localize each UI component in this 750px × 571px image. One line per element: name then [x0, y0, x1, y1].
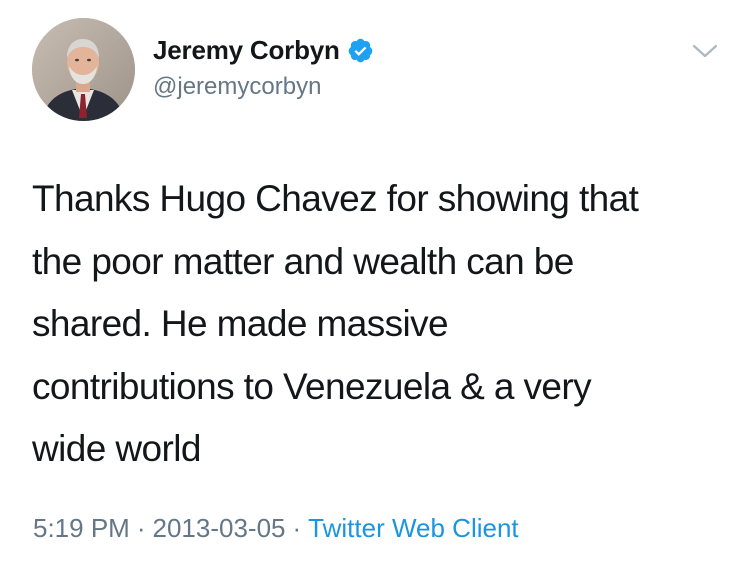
- tweet-time[interactable]: 5:19 PM: [33, 513, 130, 543]
- meta-separator: ·: [136, 513, 146, 543]
- tweet-card: Jeremy Corbyn @jeremycorbyn Thanks Hugo …: [0, 0, 750, 571]
- avatar[interactable]: [32, 18, 135, 121]
- chevron-down-icon: [692, 44, 718, 58]
- tweet-meta: 5:19 PM · 2013-03-05 · Twitter Web Client: [33, 513, 519, 544]
- profile-photo: [32, 18, 135, 121]
- tweet-menu-button[interactable]: [690, 40, 720, 62]
- verified-badge-icon: [347, 37, 374, 64]
- meta-separator: ·: [292, 513, 302, 543]
- tweet-source-link[interactable]: Twitter Web Client: [308, 513, 518, 543]
- author-handle[interactable]: @jeremycorbyn: [153, 73, 321, 101]
- author-name-row[interactable]: Jeremy Corbyn: [153, 33, 374, 67]
- author-display-name[interactable]: Jeremy Corbyn: [153, 35, 340, 66]
- tweet-text: Thanks Hugo Chavez for showing that the …: [32, 178, 639, 469]
- tweet-date[interactable]: 2013-03-05: [153, 513, 286, 543]
